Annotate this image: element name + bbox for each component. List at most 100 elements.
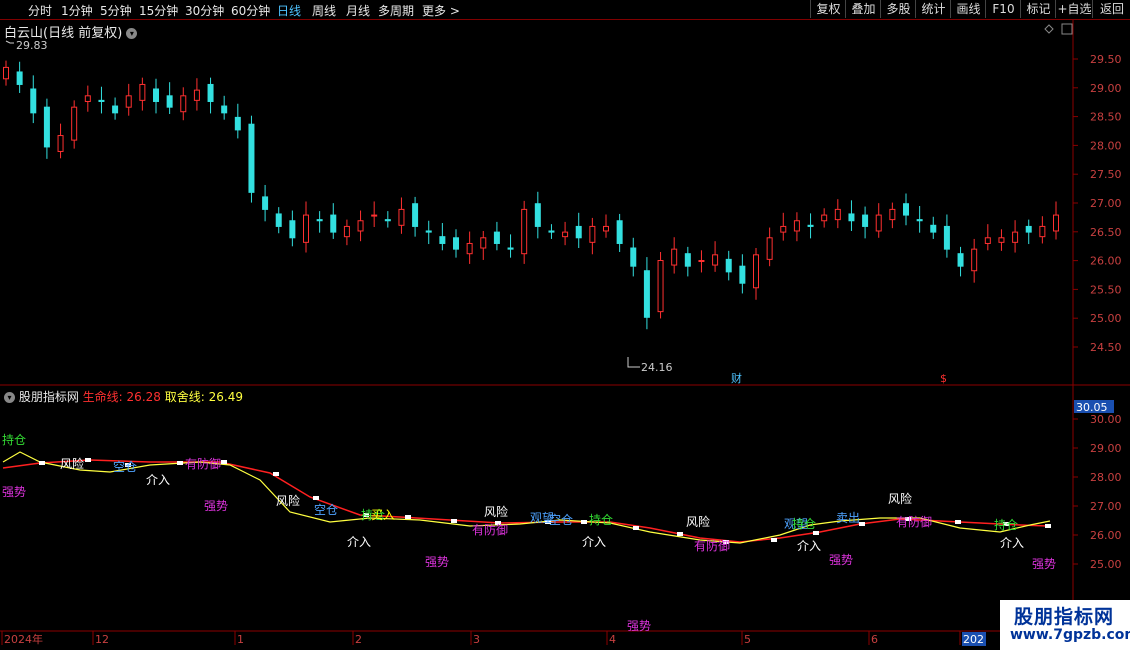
- signal-label: 强势: [204, 499, 228, 513]
- price-tick-label: 29.50: [1090, 53, 1122, 66]
- time-label: 5: [744, 633, 751, 646]
- finance-marker: 财: [731, 371, 742, 385]
- candle-body: [875, 214, 882, 232]
- signal-label: 风险: [686, 514, 710, 529]
- candle-body: [630, 247, 637, 267]
- low-marker-icon: [627, 357, 640, 368]
- candle-body: [616, 220, 623, 244]
- time-label: 6: [871, 633, 878, 646]
- candle-body: [916, 219, 923, 222]
- signal-label: 强势: [425, 555, 449, 569]
- candle-body: [862, 214, 869, 227]
- candle-body: [698, 260, 705, 263]
- signal-label: 风险: [60, 456, 84, 471]
- candle-body: [957, 253, 964, 267]
- candle-body: [725, 258, 732, 273]
- low-label: 24.16: [641, 361, 673, 374]
- candle-body: [521, 208, 528, 255]
- price-tick-label: 24.50: [1090, 341, 1122, 354]
- maximize-icon: [1061, 23, 1073, 35]
- watermark: 股朋指标网 www.7gpzb.com: [1000, 600, 1130, 650]
- life-line-dot: [405, 515, 411, 519]
- candle-body: [548, 230, 555, 233]
- candle-body: [1039, 225, 1046, 238]
- signal-label: 风险: [888, 491, 912, 506]
- candle-body: [98, 99, 105, 102]
- candle-body: [343, 225, 350, 238]
- candle-body: [807, 224, 814, 227]
- signal-label: 卖出: [836, 511, 860, 525]
- candle-body: [793, 220, 800, 232]
- time-label: 202: [963, 633, 984, 646]
- price-tick-label: 25.00: [1090, 312, 1122, 325]
- indicator-tick-label: 26.00: [1090, 529, 1122, 542]
- candle-body: [603, 225, 609, 232]
- signal-label: 空仓: [549, 513, 573, 527]
- life-line-dot: [677, 532, 683, 536]
- candle-body: [180, 95, 187, 113]
- price-tick-label: 26.50: [1090, 226, 1122, 239]
- time-label: 1: [237, 633, 244, 646]
- candle-body: [943, 225, 950, 250]
- candle-body: [657, 260, 664, 313]
- life-line-dot: [85, 458, 91, 462]
- signal-label: 介入: [1000, 536, 1024, 550]
- candle-body: [316, 219, 323, 222]
- time-label: 2: [355, 633, 362, 646]
- high-label: 29.83: [16, 39, 48, 52]
- signal-label: 持仓: [2, 432, 26, 447]
- candle-body: [357, 220, 364, 232]
- price-tick-label: 29.00: [1090, 82, 1122, 95]
- life-line-dot: [1045, 524, 1051, 528]
- chart-canvas: 29.50 29.00 28.50 28.00 27.50 27.00 26.50 26.00…: [0, 20, 1130, 646]
- candle-body: [234, 116, 241, 131]
- candle-body: [57, 135, 64, 152]
- signal-label: 有防御: [185, 456, 221, 471]
- life-line-dot: [221, 460, 227, 464]
- candle-body: [248, 123, 255, 193]
- candle-body: [453, 237, 459, 250]
- candle-body: [398, 208, 405, 226]
- candle-body: [507, 247, 514, 250]
- signal-label: 介入: [347, 535, 371, 549]
- time-label: 2024年: [4, 632, 43, 646]
- signal-label: 持仓: [792, 516, 816, 531]
- candle-body: [43, 106, 50, 148]
- candle-body: [207, 83, 214, 102]
- candle-body: [412, 203, 419, 227]
- candle-body: [1025, 225, 1032, 233]
- candle-body: [589, 225, 596, 243]
- signal-label: 空仓: [113, 460, 137, 474]
- signal-label: 有防御: [472, 522, 508, 537]
- watermark-name: 股朋指标网: [1014, 606, 1115, 628]
- candle-body: [984, 237, 991, 244]
- time-label: 4: [609, 633, 616, 646]
- life-line-dot: [813, 531, 819, 535]
- time-label: 12: [95, 633, 109, 646]
- candle-body: [439, 236, 446, 244]
- price-tick-label: 28.50: [1090, 111, 1122, 124]
- candle-body: [739, 265, 746, 284]
- signal-label: 介入: [797, 539, 821, 553]
- signal-label: 介入: [146, 473, 170, 487]
- signal-label: 买入: [371, 508, 395, 522]
- life-line-dot: [39, 461, 45, 465]
- life-line-dot: [955, 520, 961, 524]
- indicator-tick-label: 29.00: [1090, 442, 1122, 455]
- life-line-dot: [313, 496, 319, 500]
- candle-body: [971, 248, 978, 272]
- candle-body: [1012, 231, 1019, 243]
- candle-body: [575, 225, 582, 239]
- candle-body: [480, 237, 487, 249]
- candle-body: [684, 253, 691, 267]
- candle-body: [193, 89, 200, 101]
- candle-body: [384, 219, 391, 222]
- candle-body: [466, 242, 473, 255]
- candle-body: [712, 254, 719, 266]
- candle-body: [30, 88, 37, 114]
- indicator-tick-label: 30.00: [1090, 413, 1122, 426]
- candle-body: [125, 95, 132, 108]
- candle-body: [16, 71, 23, 85]
- candle-body: [112, 105, 119, 114]
- candle-body: [780, 225, 787, 233]
